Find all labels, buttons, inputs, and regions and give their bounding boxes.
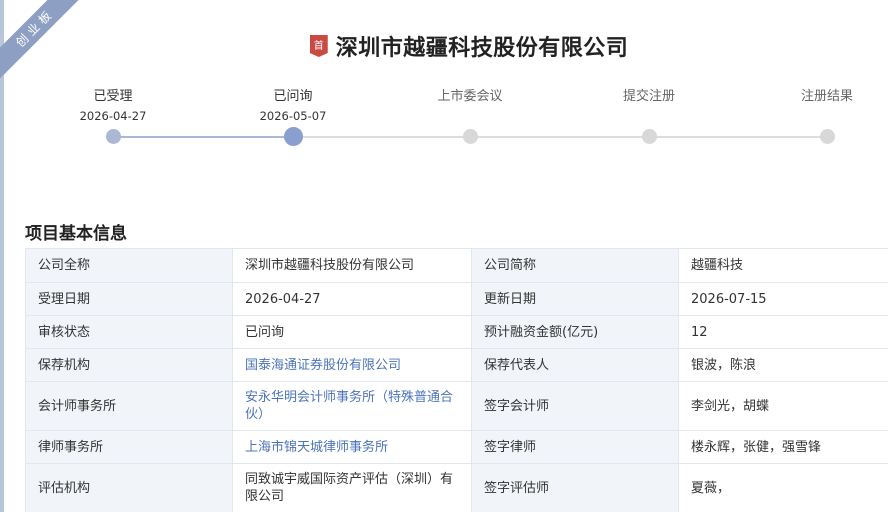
timeline-step-label: 已受理 <box>93 89 133 104</box>
field-value: 同致诚宇威国际资产评估（深圳）有限公司 <box>232 463 472 512</box>
timeline-track-done <box>113 136 293 138</box>
field-value: 2026-07-15 <box>678 282 888 316</box>
field-label: 保荐机构 <box>25 348 233 382</box>
table-row: 会计师事务所 安永华明会计师事务所（特殊普通合伙） 签字会计师 李剑光，胡蝶 <box>25 381 888 431</box>
timeline-dot <box>462 129 478 144</box>
field-label: 律师事务所 <box>25 430 233 464</box>
table-row: 审核状态 已问询 预计融资金额(亿元) 12 <box>25 315 888 349</box>
accounting-firm-link[interactable]: 安永华明会计师事务所（特殊普通合伙） <box>232 381 472 431</box>
timeline-dot-current <box>283 127 303 146</box>
field-label: 保荐代表人 <box>471 348 679 382</box>
timeline-track-pending <box>293 136 827 138</box>
timeline-step-label: 已问询 <box>273 89 313 104</box>
project-info-table: 公司全称 深圳市越疆科技股份有限公司 公司简称 越疆科技 受理日期 2026-0… <box>25 248 888 512</box>
timeline-step-inquired: 已问询 2026-05-07 <box>233 88 353 146</box>
timeline-dot <box>641 129 657 144</box>
field-label: 评估机构 <box>25 463 233 512</box>
timeline-step-accepted: 已受理 2026-04-27 <box>53 88 173 144</box>
field-label: 签字律师 <box>471 430 679 464</box>
timeline-step-label: 注册结果 <box>800 89 853 104</box>
timeline-step-date: 2026-04-27 <box>79 109 147 123</box>
field-label: 审核状态 <box>25 315 233 349</box>
field-value: 2026-04-27 <box>232 282 472 316</box>
field-value: 深圳市越疆科技股份有限公司 <box>232 248 472 283</box>
field-value: 已问询 <box>232 315 472 349</box>
timeline-dot <box>819 129 835 144</box>
page: 创业板 首 深圳市越疆科技股份有限公司 已受理 2026-04-27 已问询 2… <box>0 0 888 512</box>
field-label: 公司全称 <box>25 248 233 283</box>
field-value: 李剑光，胡蝶 <box>678 381 888 431</box>
timeline-step-registration-result: 注册结果 <box>767 88 887 144</box>
timeline-step-listing-committee: 上市委会议 <box>410 88 530 144</box>
field-label: 签字会计师 <box>471 381 679 431</box>
table-row: 评估机构 同致诚宇威国际资产评估（深圳）有限公司 签字评估师 夏薇， <box>25 463 888 512</box>
timeline-step-label: 提交注册 <box>622 89 675 104</box>
law-firm-link[interactable]: 上海市锦天城律师事务所 <box>232 430 472 464</box>
timeline-dot <box>105 129 121 144</box>
timeline-step-date <box>410 108 530 124</box>
sponsor-link[interactable]: 国泰海通证券股份有限公司 <box>232 348 472 382</box>
field-label: 签字评估师 <box>471 463 679 512</box>
section-title: 项目基本信息 <box>25 224 127 244</box>
field-label: 受理日期 <box>25 282 233 316</box>
field-label: 公司简称 <box>471 248 679 283</box>
field-label: 会计师事务所 <box>25 381 233 431</box>
field-value: 夏薇， <box>678 463 888 512</box>
table-row: 公司全称 深圳市越疆科技股份有限公司 公司简称 越疆科技 <box>25 248 888 283</box>
timeline-step-date: 2026-05-07 <box>259 109 327 123</box>
field-value: 12 <box>678 315 888 349</box>
timeline-step-submit-registration: 提交注册 <box>589 88 709 144</box>
shield-icon: 首 <box>309 35 328 57</box>
table-row: 保荐机构 国泰海通证券股份有限公司 保荐代表人 银波，陈浪 <box>25 348 888 382</box>
field-value: 楼永辉，张健，强雪锋 <box>678 430 888 464</box>
field-label: 更新日期 <box>471 282 679 316</box>
field-label: 预计融资金额(亿元) <box>471 315 679 349</box>
field-value: 越疆科技 <box>678 248 888 283</box>
table-row: 律师事务所 上海市锦天城律师事务所 签字律师 楼永辉，张健，强雪锋 <box>25 430 888 464</box>
timeline-step-date <box>589 108 709 124</box>
page-title: 深圳市越疆科技股份有限公司 <box>335 36 629 61</box>
timeline-step-date <box>767 108 887 124</box>
page-header: 首 深圳市越疆科技股份有限公司 <box>0 30 888 62</box>
review-progress-timeline: 已受理 2026-04-27 已问询 2026-05-07 上市委会议 提交注册… <box>0 88 888 158</box>
table-row: 受理日期 2026-04-27 更新日期 2026-07-15 <box>25 282 888 316</box>
timeline-step-label: 上市委会议 <box>437 89 503 104</box>
field-value: 银波，陈浪 <box>678 348 888 382</box>
